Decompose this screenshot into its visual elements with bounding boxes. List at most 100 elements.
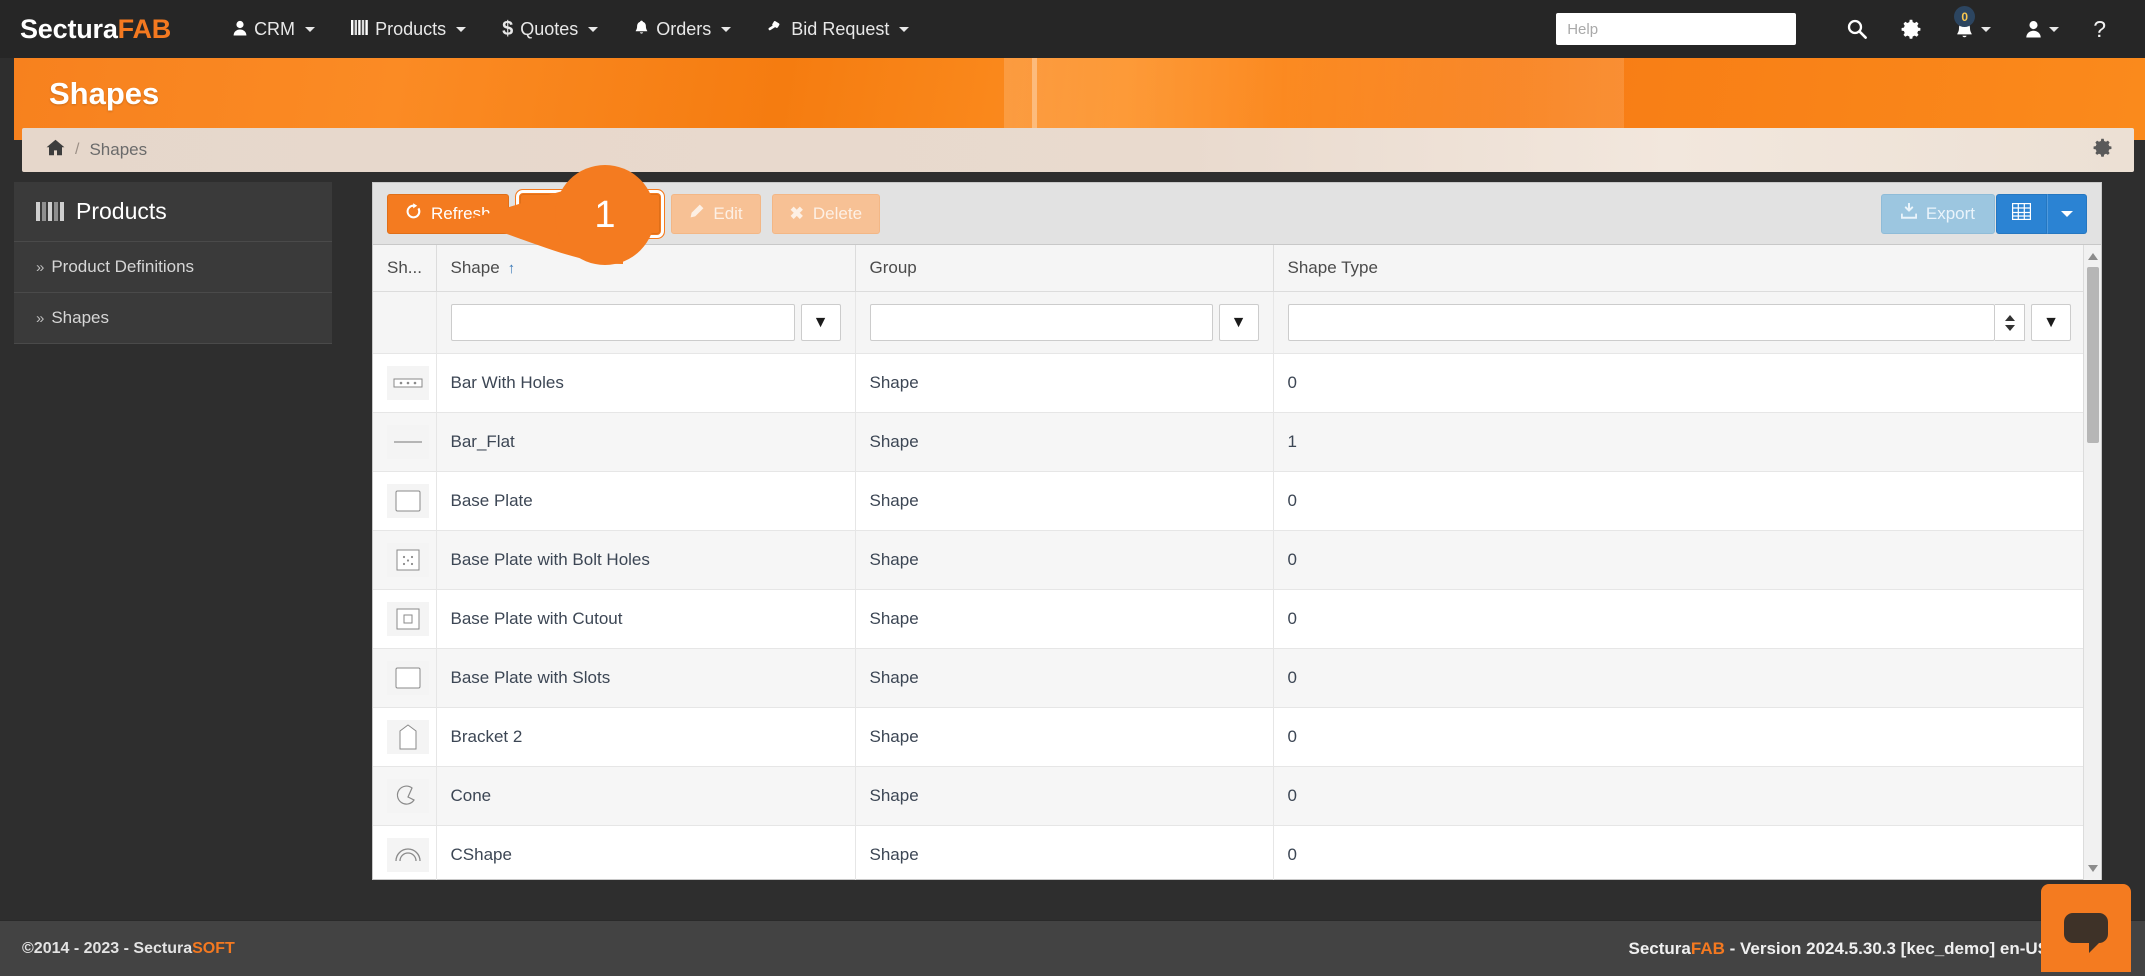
table-row[interactable]: Cone Shape 0: [373, 766, 2085, 826]
brand-accent: FAB: [117, 13, 172, 44]
cell-shape: Base Plate with Slots: [436, 648, 856, 708]
table-row[interactable]: Base Plate with Bolt Holes Shape 0: [373, 530, 2085, 590]
number-stepper-shape-type[interactable]: [1995, 304, 2025, 341]
filter-input-shape[interactable]: [450, 304, 795, 341]
cell-thumb: [373, 589, 437, 649]
table-row[interactable]: Base Plate Shape 0: [373, 471, 2085, 531]
grid-vertical-scrollbar[interactable]: [2083, 245, 2101, 880]
edit-button[interactable]: Edit: [671, 193, 761, 234]
nav-item-crm-label: CRM: [254, 18, 296, 39]
products-bars-icon: [351, 20, 368, 38]
grid-view-dropdown-button[interactable]: [2047, 193, 2087, 234]
pencil-icon: [689, 204, 704, 224]
base-plate-slots-icon: [387, 661, 429, 695]
cell-shape-type: 0: [1273, 589, 2085, 649]
table-row[interactable]: Bar_Flat Shape 1: [373, 412, 2085, 472]
table-row[interactable]: Bracket 2 Shape 0: [373, 707, 2085, 767]
filter-input-shape-type[interactable]: [1287, 304, 1995, 341]
nav-item-bid-request[interactable]: Bid Request: [749, 0, 927, 58]
delete-button[interactable]: ✖ Delete: [771, 193, 881, 234]
cell-shape-type: 0: [1273, 707, 2085, 767]
dollar-icon: $: [502, 18, 514, 40]
footer-version-brand-accent: FAB: [1690, 938, 1725, 958]
cell-thumb: [373, 412, 437, 472]
cell-group: Shape: [855, 471, 1274, 531]
cell-shape: Bar With Holes: [436, 353, 856, 413]
funnel-icon-shape-type[interactable]: ▼: [2031, 304, 2071, 341]
chat-bubble-icon: [2064, 913, 2108, 953]
filter-input-group[interactable]: [869, 304, 1213, 341]
grid-body: Bar With Holes Shape 0 Bar_Flat Shape 1 …: [373, 353, 2085, 880]
filter-cell-thumb: [373, 291, 437, 354]
bar-with-holes-icon: [387, 366, 429, 400]
funnel-icon-group[interactable]: ▼: [1218, 304, 1259, 341]
sidebar-title: Products: [14, 182, 332, 242]
nav-item-orders[interactable]: Orders: [616, 0, 749, 58]
nav-item-quotes[interactable]: $ Quotes: [484, 0, 616, 58]
account-menu[interactable]: [2008, 0, 2076, 58]
nav-item-crm[interactable]: CRM: [215, 0, 333, 58]
sidebar-item-product-definitions-label: Product Definitions: [51, 257, 195, 276]
home-icon[interactable]: [46, 139, 65, 161]
cell-thumb: [373, 530, 437, 590]
cell-shape: Bracket 2: [436, 707, 856, 767]
scroll-down-icon[interactable]: [2088, 865, 2098, 872]
cell-shape: Bar_Flat: [436, 412, 856, 472]
app-brand-logo[interactable]: SecturaFAB: [20, 14, 171, 45]
cell-shape-type: 0: [1273, 530, 2085, 590]
page-footer: ©2014 - 2023 - SecturaSOFT SecturaFAB - …: [0, 884, 2145, 976]
cell-group: Shape: [855, 530, 1274, 590]
cell-thumb: [373, 766, 437, 826]
question-mark-icon[interactable]: ?: [2076, 0, 2123, 58]
funnel-icon-shape[interactable]: ▼: [800, 304, 841, 341]
scrollbar-thumb[interactable]: [2087, 267, 2099, 443]
footer-copyright-prefix: ©2014 - 2023 -: [22, 939, 134, 957]
grid-view-button[interactable]: [1996, 193, 2047, 234]
grid-view-icon: [2011, 202, 2032, 225]
notifications-bell-icon[interactable]: 0: [1938, 0, 2008, 58]
column-header-thumb[interactable]: Sh...: [373, 245, 437, 292]
cell-shape: Base Plate with Bolt Holes: [436, 530, 856, 590]
column-header-shape-type[interactable]: Shape Type: [1273, 245, 2085, 292]
shapes-grid: Sh... Shape ↑ Group Shape Type ▼ ▼ ▼ Bar…: [373, 245, 2085, 880]
table-row[interactable]: CShape Shape 0: [373, 825, 2085, 880]
export-button[interactable]: Export: [1880, 193, 1995, 234]
bell-icon: [634, 20, 649, 39]
cell-group: Shape: [855, 825, 1274, 880]
table-row[interactable]: Base Plate with Cutout Shape 0: [373, 589, 2085, 649]
cell-shape-type: 0: [1273, 353, 2085, 413]
cell-group: Shape: [855, 589, 1274, 649]
cell-shape: Cone: [436, 766, 856, 826]
nav-item-products[interactable]: Products: [333, 0, 484, 58]
breadcrumb: / Shapes: [22, 128, 2134, 172]
table-row[interactable]: Bar With Holes Shape 0: [373, 353, 2085, 413]
base-plate-icon: [387, 484, 429, 518]
chat-widget-button[interactable]: [2041, 884, 2131, 972]
gear-icon[interactable]: [2093, 138, 2112, 162]
scroll-up-icon[interactable]: [2088, 253, 2098, 260]
chevron-down-icon: [305, 26, 316, 32]
toolbar-right-group: Export: [1880, 193, 2087, 234]
search-icon[interactable]: [1830, 0, 1884, 58]
gavel-icon: [767, 20, 784, 39]
help-search-input[interactable]: [1556, 13, 1797, 45]
table-row[interactable]: Base Plate with Slots Shape 0: [373, 648, 2085, 708]
sidebar: Products » Product Definitions » Shapes: [14, 182, 332, 344]
chevron-down-icon: [899, 26, 910, 32]
footer-version-brand: Sectura: [1628, 938, 1691, 958]
cell-group: Shape: [855, 353, 1274, 413]
breadcrumb-separator: /: [75, 141, 80, 158]
nav-item-products-label: Products: [375, 18, 447, 39]
shapes-content-panel: Refresh + Add Shape Edit ✖ Delete Export: [372, 182, 2102, 880]
cell-shape: Base Plate: [436, 471, 856, 531]
chevron-down-icon: [1981, 26, 1992, 32]
sidebar-item-shapes[interactable]: » Shapes: [14, 293, 332, 344]
cell-shape-type: 0: [1273, 766, 2085, 826]
sidebar-item-product-definitions[interactable]: » Product Definitions: [14, 242, 332, 293]
gear-icon[interactable]: [1884, 0, 1938, 58]
filter-cell-shape: ▼: [436, 291, 856, 354]
chevron-right-icon: »: [36, 309, 45, 327]
cell-shape-type: 0: [1273, 825, 2085, 880]
column-header-group[interactable]: Group: [855, 245, 1274, 292]
filter-cell-shape-type: ▼: [1273, 291, 2085, 354]
